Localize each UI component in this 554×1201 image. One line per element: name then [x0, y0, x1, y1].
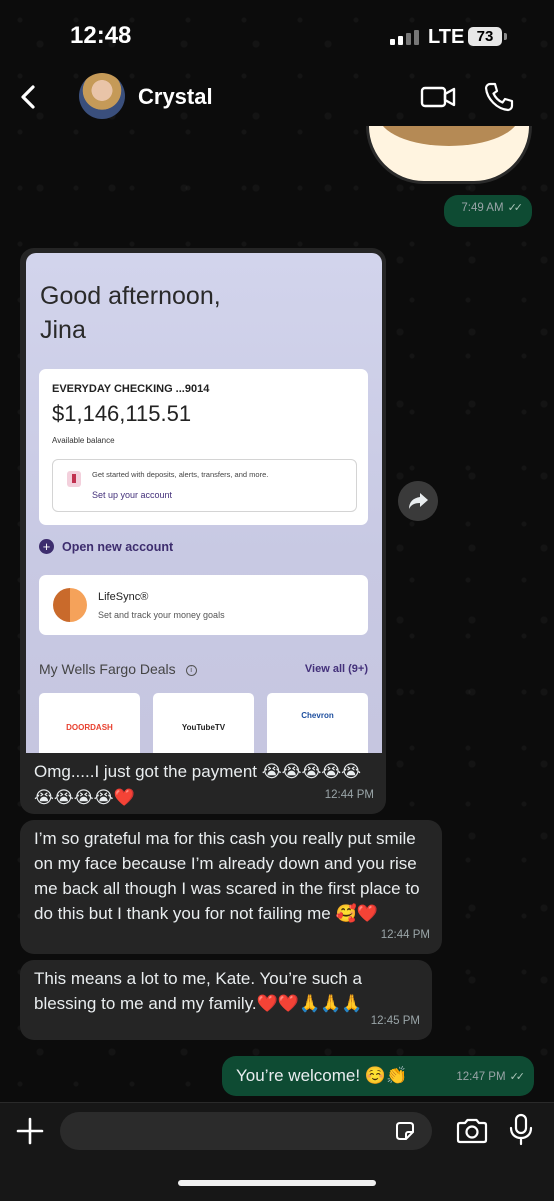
forward-icon[interactable] — [398, 481, 438, 521]
lifesync-logo-icon — [53, 588, 87, 622]
sticker-icon[interactable] — [393, 1119, 417, 1143]
deal-label: YouTubeTV — [181, 723, 226, 732]
lifesync-title: LifeSync® — [98, 591, 149, 603]
setup-text: Get started with deposits, alerts, trans… — [92, 470, 269, 479]
message-input[interactable] — [60, 1112, 432, 1150]
setup-account-card: Get started with deposits, alerts, trans… — [52, 459, 357, 512]
deal-card-chevron: Chevron — [267, 693, 368, 753]
message-time: 7:49 AM — [461, 202, 504, 214]
account-name: EVERYDAY CHECKING ...9014 — [52, 383, 210, 395]
camera-icon[interactable] — [455, 1117, 489, 1145]
message-text: Omg.....I just got the payment 😭😭😭😭😭😭😭😭😭… — [34, 762, 362, 807]
battery-icon: 73 — [468, 27, 502, 46]
chat-header: Crystal — [0, 70, 554, 126]
status-bar: 12:48 LTE 73 — [0, 0, 554, 70]
read-receipt-icon: ✓✓ — [509, 1071, 526, 1083]
video-call-icon[interactable] — [418, 82, 458, 112]
lifesync-card: LifeSync® Set and track your money goals — [39, 575, 368, 635]
view-all-link: View all (9+) — [304, 663, 368, 675]
setup-link: Set up your account — [92, 490, 173, 500]
message-incoming[interactable]: I’m so grateful ma for this cash you rea… — [20, 820, 442, 954]
open-account-label: Open new account — [62, 539, 174, 554]
message-text: This means a lot to me, Kate. You’re suc… — [34, 969, 363, 1013]
status-time: 12:48 — [70, 22, 132, 49]
microphone-icon[interactable] — [508, 1113, 534, 1147]
phone-call-icon[interactable] — [482, 80, 516, 114]
greeting-line-2: Jina — [40, 316, 86, 344]
account-card: EVERYDAY CHECKING ...9014 $1,146,115.51 … — [39, 369, 368, 525]
message-text: I’m so grateful ma for this cash you rea… — [34, 829, 420, 923]
info-icon: i — [185, 664, 197, 676]
phone-icon — [67, 471, 81, 487]
plus-circle-icon: + — [39, 539, 54, 554]
deals-title: My Wells Fargo Deals i — [39, 661, 197, 677]
message-meta: 7:49 AM ✓✓ — [461, 196, 524, 221]
message-input-bar — [0, 1102, 554, 1201]
message-meta: 12:47 PM ✓✓ — [456, 1065, 526, 1090]
balance-label: Available balance — [52, 436, 115, 445]
network-type: LTE — [428, 26, 465, 48]
home-indicator[interactable] — [178, 1180, 376, 1186]
contact-name[interactable]: Crystal — [138, 84, 213, 110]
message-time: 12:47 PM — [456, 1071, 506, 1083]
read-receipt-icon: ✓✓ — [507, 202, 524, 214]
lifesync-subtitle: Set and track your money goals — [98, 610, 225, 620]
message-outgoing-sticker-meta[interactable]: 7:49 AM ✓✓ — [444, 195, 532, 227]
account-balance: $1,146,115.51 — [52, 401, 192, 426]
screenshot-greeting: Good afternoon, Jina — [40, 279, 221, 347]
plus-icon[interactable] — [14, 1115, 46, 1147]
bank-screenshot-image[interactable]: Good afternoon, Jina EVERYDAY CHECKING .… — [26, 253, 382, 753]
open-account-row: + Open new account — [39, 539, 173, 554]
message-time: 12:45 PM — [370, 1015, 420, 1027]
deal-card-youtubetv: YouTubeTV — [153, 693, 254, 753]
avatar[interactable] — [79, 73, 125, 119]
message-meta: 12:45 PM — [371, 1009, 420, 1034]
message-meta: 12:44 PM — [381, 923, 430, 948]
deal-card-doordash: DOORDASH — [39, 693, 140, 753]
deal-label: Chevron — [301, 711, 334, 720]
deals-title-text: My Wells Fargo Deals — [39, 661, 176, 677]
back-icon[interactable] — [14, 82, 44, 112]
message-time: 12:44 PM — [380, 929, 430, 941]
deal-label: DOORDASH — [66, 723, 113, 732]
battery-tip — [504, 33, 507, 40]
greeting-line-1: Good afternoon, — [40, 282, 221, 310]
message-incoming[interactable]: This means a lot to me, Kate. You’re suc… — [20, 960, 432, 1040]
signal-icon — [390, 30, 419, 45]
message-outgoing[interactable]: You’re welcome! ☺️👏 12:47 PM ✓✓ — [222, 1056, 534, 1096]
